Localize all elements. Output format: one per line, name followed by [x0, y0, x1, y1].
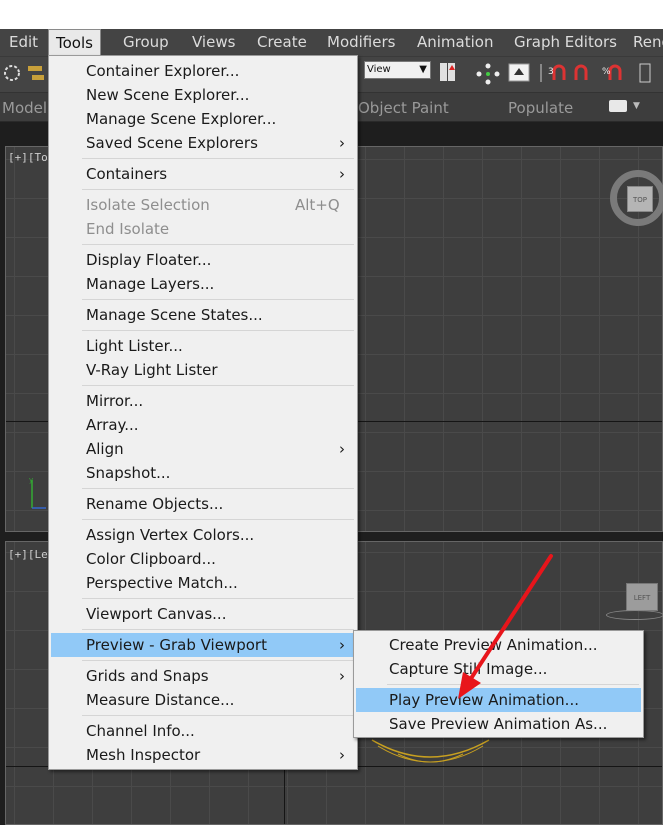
- create-preview-animation-item[interactable]: Create Preview Animation...: [356, 633, 641, 657]
- measure-distance-item[interactable]: Measure Distance...: [51, 688, 355, 712]
- menu-group[interactable]: Group: [116, 29, 176, 56]
- menu-animation[interactable]: Animation: [410, 29, 500, 56]
- reference-coordinate-select[interactable]: View ▼: [364, 61, 431, 79]
- play-preview-animation-item[interactable]: Play Preview Animation...: [356, 688, 641, 712]
- axis-tripod-icon: y: [29, 476, 46, 509]
- array-item[interactable]: Array...: [51, 413, 355, 437]
- new-scene-explorer-item[interactable]: New Scene Explorer...: [51, 83, 355, 107]
- menu-separator: [82, 629, 354, 630]
- ribbon-tab-modeling[interactable]: Modeli: [2, 93, 51, 123]
- assign-vertex-colors-item[interactable]: Assign Vertex Colors...: [51, 523, 355, 547]
- menu-separator: [387, 684, 639, 685]
- menu-separator: [82, 299, 354, 300]
- channel-info-item[interactable]: Channel Info...: [51, 719, 355, 743]
- link-tools-icon[interactable]: [2, 62, 46, 84]
- rename-objects-item[interactable]: Rename Objects...: [51, 492, 355, 516]
- menu-separator: [82, 660, 354, 661]
- menu-tools[interactable]: Tools: [48, 29, 101, 57]
- isolate-selection-item[interactable]: Isolate Selection Alt+Q: [51, 193, 355, 217]
- top-blank-strip: [0, 0, 663, 29]
- chevron-right-icon: ›: [339, 134, 345, 152]
- saved-scene-explorers-item[interactable]: Saved Scene Explorers ›: [51, 131, 355, 155]
- svg-text:y: y: [29, 476, 33, 484]
- vray-light-lister-item[interactable]: V-Ray Light Lister: [51, 358, 355, 382]
- select-manipulate-icon[interactable]: [473, 60, 503, 86]
- end-isolate-item[interactable]: End Isolate: [51, 217, 355, 241]
- wireframe-object: [371, 739, 490, 763]
- manage-layers-item[interactable]: Manage Layers...: [51, 272, 355, 296]
- svg-text:3: 3: [548, 67, 554, 77]
- color-clipboard-item[interactable]: Color Clipboard...: [51, 547, 355, 571]
- keyboard-shortcut-override-icon[interactable]: [506, 60, 532, 86]
- menu-separator: [82, 330, 354, 331]
- tools-menu: Container Explorer... New Scene Explorer…: [48, 55, 358, 770]
- mirror-item[interactable]: Mirror...: [51, 389, 355, 413]
- container-explorer-item[interactable]: Container Explorer...: [51, 59, 355, 83]
- chevron-right-icon: ›: [339, 165, 345, 183]
- manage-scene-states-item[interactable]: Manage Scene States...: [51, 303, 355, 327]
- manage-scene-explorer-item[interactable]: Manage Scene Explorer...: [51, 107, 355, 131]
- top-viewport-label[interactable]: [+][To: [8, 151, 48, 164]
- menu-views[interactable]: Views: [185, 29, 242, 56]
- chevron-right-icon: ›: [339, 667, 345, 685]
- menu-modifiers[interactable]: Modifiers: [320, 29, 402, 56]
- snap-toggles-icon[interactable]: 3 %: [540, 60, 660, 86]
- menu-rendering[interactable]: Rend: [626, 29, 663, 56]
- ribbon-tab-object-paint[interactable]: Object Paint: [358, 93, 449, 123]
- snapshot-item[interactable]: Snapshot...: [51, 461, 355, 485]
- chevron-right-icon: ›: [339, 636, 345, 654]
- menu-create[interactable]: Create: [250, 29, 314, 56]
- menu-separator: [82, 598, 354, 599]
- menu-edit[interactable]: Edit: [2, 29, 45, 56]
- grids-and-snaps-item[interactable]: Grids and Snaps ›: [51, 664, 355, 688]
- menu-separator: [82, 189, 354, 190]
- isolate-shortcut: Alt+Q: [295, 196, 340, 214]
- save-preview-animation-as-item[interactable]: Save Preview Animation As...: [356, 712, 641, 736]
- svg-text:%: %: [602, 67, 611, 77]
- ribbon-display-toggle[interactable]: [609, 100, 627, 112]
- menu-separator: [82, 385, 354, 386]
- mesh-inspector-item[interactable]: Mesh Inspector ›: [51, 743, 355, 767]
- viewcube-left[interactable]: LEFT: [626, 583, 658, 611]
- menu-separator: [82, 244, 354, 245]
- light-lister-item[interactable]: Light Lister...: [51, 334, 355, 358]
- chevron-right-icon: ›: [339, 746, 345, 764]
- menu-separator: [82, 488, 354, 489]
- viewcube-top[interactable]: TOP: [627, 186, 653, 212]
- containers-item[interactable]: Containers ›: [51, 162, 355, 186]
- viewcube-base: [606, 610, 663, 620]
- menu-graph-editors[interactable]: Graph Editors: [507, 29, 624, 56]
- menu-separator: [82, 158, 354, 159]
- menu-bar: Edit Tools Group Views Create Modifiers …: [0, 29, 663, 57]
- preview-grab-viewport-item[interactable]: Preview - Grab Viewport ›: [51, 633, 355, 657]
- left-viewport-label[interactable]: [+][Le: [8, 548, 48, 561]
- chevron-down-icon[interactable]: ▼: [633, 101, 640, 111]
- align-item[interactable]: Align ›: [51, 437, 355, 461]
- menu-separator: [82, 715, 354, 716]
- perspective-match-item[interactable]: Perspective Match...: [51, 571, 355, 595]
- chevron-right-icon: ›: [339, 440, 345, 458]
- display-floater-item[interactable]: Display Floater...: [51, 248, 355, 272]
- capture-still-image-item[interactable]: Capture Still Image...: [356, 657, 641, 681]
- pivot-icon[interactable]: [436, 60, 464, 86]
- preview-submenu: Create Preview Animation... Capture Stil…: [353, 630, 644, 738]
- menu-separator: [82, 519, 354, 520]
- ribbon-tab-populate[interactable]: Populate: [508, 93, 573, 123]
- viewport-canvas-item[interactable]: Viewport Canvas...: [51, 602, 355, 626]
